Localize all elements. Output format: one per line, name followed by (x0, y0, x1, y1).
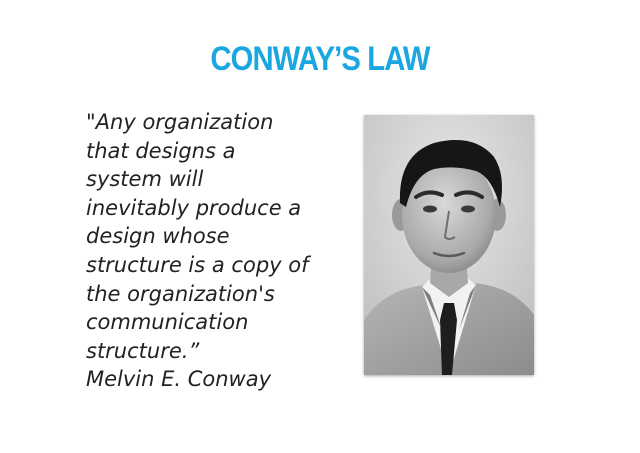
quote-text: "Any organization that designs a system … (86, 108, 336, 394)
quote-line: structure.” (86, 338, 200, 363)
quote-line: that designs a (86, 138, 236, 163)
slide: CONWAY’S LAW "Any organization that desi… (0, 0, 640, 453)
quote-line: "Any organization (86, 110, 274, 134)
quote-line: structure is a copy of (86, 252, 309, 277)
slide-title: CONWAY’S LAW (210, 40, 430, 78)
quote-line: design whose (86, 224, 230, 249)
portrait-illustration (364, 115, 534, 375)
quote-line: system will (86, 167, 204, 192)
quote-attribution: Melvin E. Conway (86, 367, 272, 392)
quote-line: inevitably produce a (86, 195, 302, 220)
portrait-photo (364, 115, 534, 375)
quote-line: the organization's (86, 281, 275, 306)
quote-line: communication (86, 310, 249, 335)
